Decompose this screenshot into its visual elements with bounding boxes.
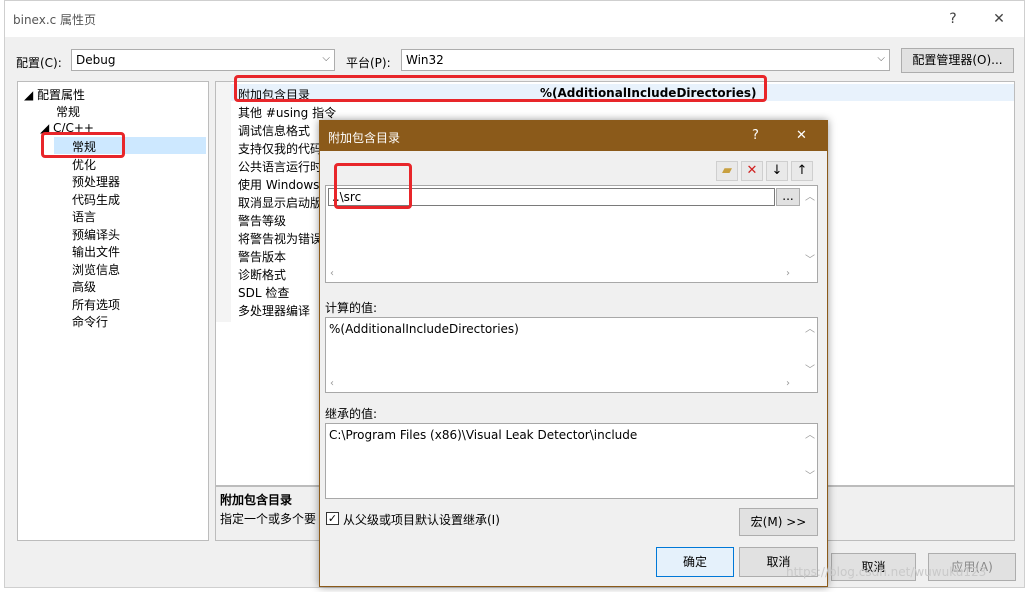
tree-root[interactable]: ◢ 配置属性: [24, 86, 85, 103]
chevron-down-icon: ⌵: [877, 53, 885, 64]
grid-row-name[interactable]: 警告等级: [238, 212, 286, 229]
platform-select[interactable]: Win32 ⌵: [401, 49, 890, 71]
dialog-title-bar: 附加包含目录 ? ✕: [320, 121, 827, 151]
grid-row-name[interactable]: 调试信息格式: [238, 122, 310, 139]
collapse-arrow-icon: ◢: [24, 88, 38, 102]
description-title: 附加包含目录: [220, 493, 293, 507]
dialog-close-icon[interactable]: ✕: [796, 128, 807, 143]
grid-row-name[interactable]: 公共语言运行时: [238, 158, 322, 175]
grid-row-name[interactable]: 取消显示启动版: [238, 194, 322, 211]
grid-row-name[interactable]: 诊断格式: [238, 266, 286, 283]
macro-button[interactable]: 宏(M) >>: [739, 508, 818, 536]
inherited-value-box: C:\Program Files (x86)\Visual Leak Detec…: [325, 423, 818, 499]
watermark-text: https://blog.csdn.net/wuwuku123: [786, 565, 987, 579]
close-icon[interactable]: ✕: [984, 7, 1014, 31]
grid-row-name[interactable]: 使用 Windows: [238, 176, 319, 193]
highlight-box-tree: [41, 132, 125, 158]
tree-item-preprocessor[interactable]: 预处理器: [72, 173, 120, 190]
include-dirs-dialog: 附加包含目录 ? ✕ ▰ ✕ ↓ ↑ ..\src ... ︿ ﹀ ‹ › 计算的值…: [319, 120, 828, 587]
tree-item-pch[interactable]: 预编译头: [72, 226, 120, 243]
grid-row-name[interactable]: SDL 检查: [238, 284, 289, 301]
config-label: 配置(C):: [16, 56, 62, 70]
computed-value-box: %(AdditionalIncludeDirectories) ︿ ﹀ ‹ ›: [325, 317, 818, 393]
tree-item-output-files[interactable]: 输出文件: [72, 243, 120, 260]
inherit-checkbox[interactable]: ✓: [326, 512, 339, 525]
grid-row-name[interactable]: 将警告视为错误: [238, 230, 322, 247]
horizontal-scrollbar[interactable]: ‹ ›: [326, 378, 817, 392]
horizontal-scrollbar[interactable]: ‹ ›: [326, 268, 817, 282]
grid-row-name[interactable]: 其他 #using 指令: [238, 104, 336, 121]
grid-row-name[interactable]: 支持仅我的代码: [238, 140, 322, 157]
tree-item-language[interactable]: 语言: [72, 208, 96, 225]
chevron-down-icon: ⌵: [322, 53, 330, 64]
inherit-checkbox-label[interactable]: 从父级或项目默认设置继承(I): [343, 511, 500, 528]
tree-item-all-options[interactable]: 所有选项: [72, 296, 120, 313]
delete-icon[interactable]: ✕: [741, 161, 763, 181]
computed-value: %(AdditionalIncludeDirectories): [329, 322, 519, 336]
tree-item-general[interactable]: 常规: [56, 103, 80, 120]
tree-item-browse-info[interactable]: 浏览信息: [72, 261, 120, 278]
browse-button[interactable]: ...: [776, 188, 800, 206]
grid-gutter: [216, 82, 231, 322]
title-bar: binex.c 属性页 ? ✕: [5, 1, 1024, 37]
inherited-value: C:\Program Files (x86)\Visual Leak Detec…: [329, 428, 638, 442]
inherited-label: 继承的值:: [325, 407, 378, 421]
config-select[interactable]: Debug ⌵: [71, 49, 335, 71]
tree-item-command-line[interactable]: 命令行: [72, 313, 108, 330]
tree-item-codegen[interactable]: 代码生成: [72, 191, 120, 208]
tree-item-advanced[interactable]: 高级: [72, 278, 96, 295]
platform-label: 平台(P):: [346, 56, 391, 70]
vertical-scrollbar[interactable]: ︿ ﹀: [803, 424, 817, 498]
new-folder-icon[interactable]: ▰: [716, 161, 738, 181]
window-title: binex.c 属性页: [13, 13, 97, 27]
dialog-title: 附加包含目录: [328, 131, 401, 145]
tree-item-optimization[interactable]: 优化: [72, 156, 96, 173]
highlight-box-entry: [334, 163, 412, 209]
move-up-icon[interactable]: ↑: [791, 161, 813, 181]
ok-button[interactable]: 确定: [656, 547, 734, 577]
highlight-box-grid: [234, 75, 767, 102]
help-icon[interactable]: ?: [938, 7, 968, 31]
grid-row-name[interactable]: 多处理器编译: [238, 302, 310, 319]
computed-label: 计算的值:: [325, 301, 378, 315]
config-manager-button[interactable]: 配置管理器(O)...: [901, 48, 1014, 73]
move-down-icon[interactable]: ↓: [766, 161, 788, 181]
description-text: 指定一个或多个要: [220, 512, 317, 526]
dialog-help-icon[interactable]: ?: [752, 128, 759, 143]
grid-row-name[interactable]: 警告版本: [238, 248, 286, 265]
